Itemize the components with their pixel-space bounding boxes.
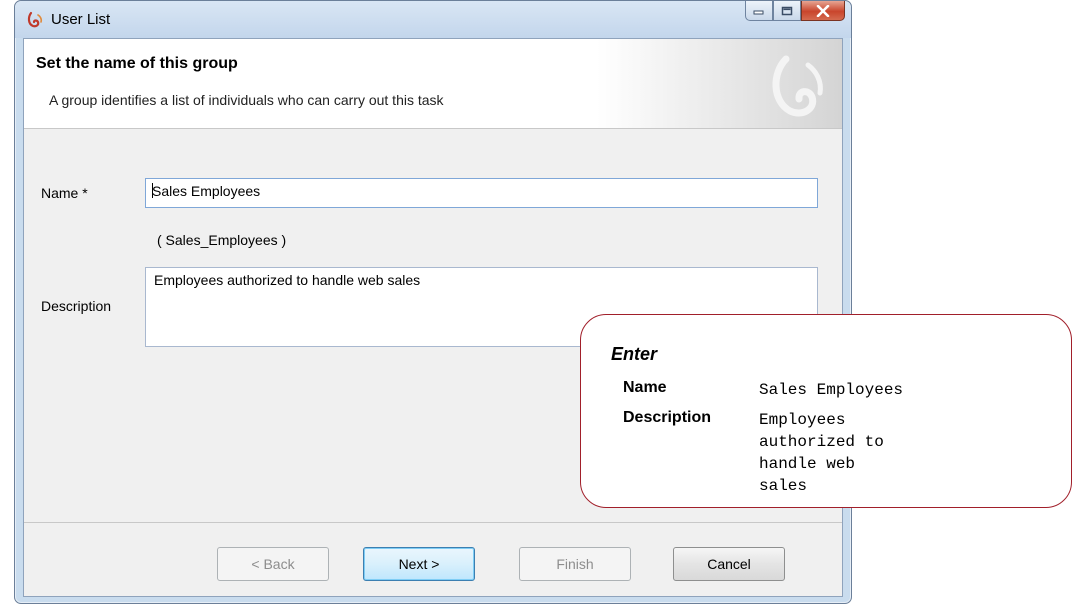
next-button-label: Next > [398,556,440,572]
close-button[interactable] [801,1,845,21]
window-title: User List [51,11,111,28]
maximize-icon [781,6,793,15]
callout-description-value: Employees authorized to handle web sales [759,411,884,495]
cancel-button[interactable]: Cancel [673,547,785,581]
back-button-label: < Back [251,556,295,572]
instruction-callout: Enter Name Sales Employees Description E… [580,314,1072,508]
minimize-button[interactable] [745,1,773,21]
description-label: Description [41,298,112,314]
next-button[interactable]: Next > [363,547,475,581]
back-button[interactable]: < Back [217,547,329,581]
description-value: Employees authorized to handle web sales [154,272,421,288]
wizard-window: User List Set the name of this group A g… [14,0,852,604]
callout-description-label: Description [623,409,712,426]
page-subtitle: A group identifies a list of individuals… [49,92,444,108]
finish-button[interactable]: Finish [519,547,631,581]
group-identifier: ( Sales_Employees ) [157,232,287,248]
app-logo-icon [27,11,43,28]
close-icon [816,4,830,17]
name-label: Name * [41,185,88,201]
cancel-button-label: Cancel [707,556,751,572]
name-input[interactable]: Sales Employees [145,178,818,208]
callout-name-value: Sales Employees [759,381,904,399]
title-bar[interactable]: User List [15,1,851,38]
name-input-value: Sales Employees [152,183,261,199]
watermark-logo-icon [772,55,823,117]
footer-divider [24,522,842,523]
callout-heading: Enter [611,344,658,364]
wizard-header: Set the name of this group A group ident… [24,39,842,129]
callout-name-label: Name [623,379,667,396]
page-title: Set the name of this group [36,55,238,72]
finish-button-label: Finish [556,556,594,572]
minimize-icon [753,10,764,14]
maximize-button[interactable] [773,1,801,21]
caption-buttons [745,1,845,23]
